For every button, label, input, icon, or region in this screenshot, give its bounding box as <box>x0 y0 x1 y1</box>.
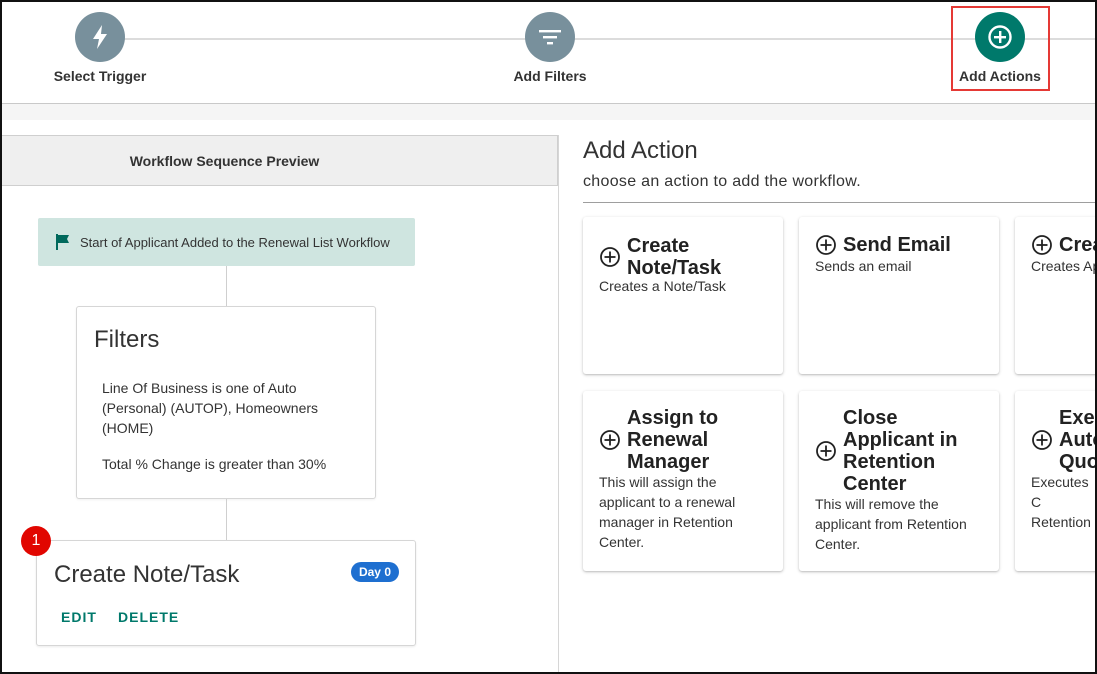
step-add-filters[interactable]: Add Filters <box>500 12 600 84</box>
action-option-description: Creates a Note/Task <box>599 278 726 294</box>
edit-button[interactable]: EDIT <box>61 609 97 625</box>
flag-icon <box>56 234 69 250</box>
divider <box>583 202 1095 203</box>
plus-circle-icon <box>1032 235 1052 255</box>
action-option-title: Close Applicant in Retention Center <box>843 407 958 495</box>
action-option-execute-auto-quote[interactable]: Exec Auto Quo Executes C Retention <box>1015 391 1097 571</box>
action-option-title: Create Note/Task <box>627 235 722 279</box>
plus-circle-icon <box>600 430 620 450</box>
action-option-title: Create <box>1059 234 1095 256</box>
action-title: Create Note/Task <box>54 561 240 588</box>
filters-card: Filters Line Of Business is one of Auto … <box>76 306 376 499</box>
workflow-start-label: Start of Applicant Added to the Renewal … <box>80 234 390 250</box>
action-option-assign-renewal-manager[interactable]: Assign to Renewal Manager This will assi… <box>583 391 783 571</box>
connector-line <box>226 266 227 306</box>
filter-condition: Line Of Business is one of Auto (Persona… <box>102 380 319 436</box>
workflow-sequence-preview: Workflow Sequence Preview Start of Appli… <box>2 135 559 672</box>
day-badge: Day 0 <box>350 562 399 582</box>
section-spacer <box>2 104 1095 120</box>
workflow-start-node: Start of Applicant Added to the Renewal … <box>38 218 415 266</box>
plus-circle-icon <box>816 441 836 461</box>
action-option-create-note-task[interactable]: Create Note/Task Creates a Note/Task <box>583 217 783 374</box>
step-number-badge: 1 <box>21 526 51 556</box>
step-label: Add Filters <box>513 68 587 84</box>
action-option-description: This will assign the applicant to a rene… <box>599 474 736 550</box>
filters-title: Filters <box>94 326 160 353</box>
action-option-send-email[interactable]: Send Email Sends an email <box>799 217 999 374</box>
action-option-title: Send Email <box>843 234 951 256</box>
plus-circle-icon <box>816 235 836 255</box>
add-action-subtitle: choose an action to add the workflow. <box>583 173 861 190</box>
plus-circle-icon <box>1032 430 1052 450</box>
app-window: Select Trigger Add Filters Add Actions W… <box>0 0 1097 674</box>
workflow-stepper: Select Trigger Add Filters Add Actions <box>2 2 1095 104</box>
action-option-description: Executes C Retention <box>1031 474 1091 530</box>
action-option-description: This will remove the applicant from Rete… <box>815 496 967 552</box>
connector-line <box>226 499 227 540</box>
workflow-action-card: Create Note/Task Day 0 EDIT DELETE <box>36 540 416 646</box>
filter-condition: Total % Change is greater than 30% <box>102 456 327 472</box>
action-option-description: Creates Ap <box>1031 258 1097 274</box>
preview-header: Workflow Sequence Preview <box>2 135 558 186</box>
filter-icon <box>525 12 575 62</box>
delete-button[interactable]: DELETE <box>118 609 179 625</box>
action-option-close-applicant[interactable]: Close Applicant in Retention Center This… <box>799 391 999 571</box>
add-action-title: Add Action <box>583 137 698 164</box>
step-select-trigger[interactable]: Select Trigger <box>50 12 150 84</box>
plus-circle-icon <box>975 12 1025 62</box>
action-option-create-applicant[interactable]: Create Creates Ap <box>1015 217 1097 374</box>
action-option-title: Assign to Renewal Manager <box>627 407 719 473</box>
step-label: Select Trigger <box>53 68 147 84</box>
action-option-title: Exec Auto Quo <box>1059 407 1097 473</box>
plus-circle-icon <box>600 247 620 267</box>
action-option-description: Sends an email <box>815 258 912 274</box>
bolt-icon <box>75 12 125 62</box>
